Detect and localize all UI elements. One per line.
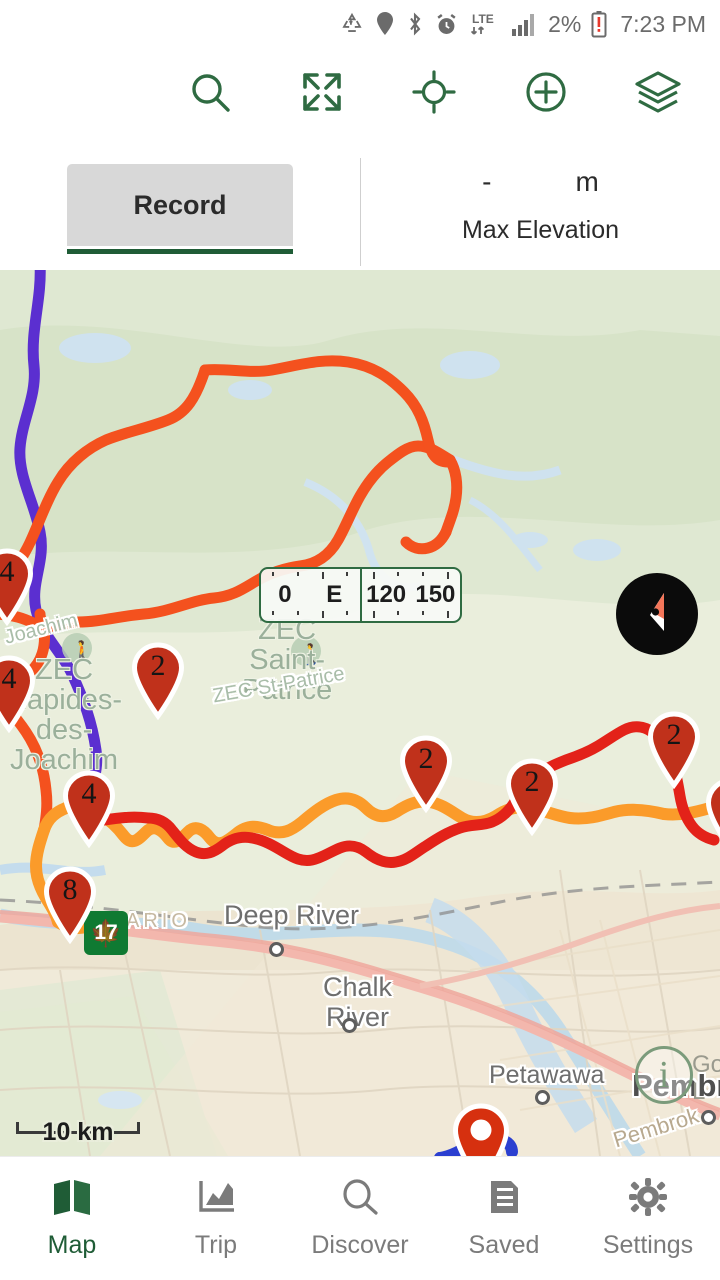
chart-icon xyxy=(195,1177,237,1222)
attribution-line-2: L xyxy=(691,1078,706,1106)
location-pin-icon xyxy=(374,11,396,37)
map-attribution[interactable]: Go L xyxy=(691,1051,720,1106)
map-pin-number: 2 xyxy=(418,742,434,775)
city-dot xyxy=(342,1018,357,1033)
bluetooth-icon xyxy=(405,11,425,37)
stat-unit: m xyxy=(575,165,599,197)
nav-label-map: Map xyxy=(47,1231,97,1259)
compass-ticks xyxy=(362,611,461,618)
city-dot xyxy=(269,942,284,957)
map-pin-number: 4 xyxy=(0,555,15,588)
map-pin[interactable]: 2 xyxy=(397,735,455,814)
compass-strip-left: 0 E xyxy=(261,569,360,621)
city-dot xyxy=(535,1090,550,1105)
map-toolbar xyxy=(0,48,720,140)
map-pin-number: 2 xyxy=(524,765,540,798)
nav-item-saved[interactable]: Saved xyxy=(432,1157,576,1280)
stat-value-row: - m xyxy=(482,166,599,198)
compass-ticks xyxy=(261,611,360,618)
battery-low-icon xyxy=(591,10,607,38)
stat-value: - xyxy=(482,165,492,197)
max-elevation-stat[interactable]: - m Max Elevation xyxy=(361,140,720,270)
map-pin[interactable]: 2 xyxy=(645,711,703,790)
compass-ticks xyxy=(362,572,461,579)
nav-label-trip: Trip xyxy=(194,1231,238,1259)
map-view[interactable]: 🚶 🚶 ZEC Saint- Patrice ZEC Rapides- des-… xyxy=(0,270,720,1156)
gear-icon xyxy=(627,1177,669,1222)
record-tab[interactable]: Record xyxy=(67,164,293,246)
map-pin[interactable]: 2 xyxy=(703,777,720,855)
bottom-navigation: Map Trip Discover Saved Settings xyxy=(0,1156,720,1280)
compass-value-start: 0 xyxy=(278,581,292,608)
map-pin[interactable]: 4 xyxy=(0,655,38,734)
compass-value-150: 150 xyxy=(415,581,456,608)
attribution-line-1: Go xyxy=(691,1051,720,1079)
record-tab-underline xyxy=(67,249,293,254)
route-marker-pin[interactable] xyxy=(449,1103,513,1156)
info-icon: i xyxy=(658,1054,670,1096)
compass-strip-right: 120 150 xyxy=(359,569,461,621)
search-icon xyxy=(339,1177,381,1222)
map-pin-number: 4 xyxy=(81,777,97,810)
map-pin-number: 2 xyxy=(666,718,682,751)
nav-label-discover: Discover xyxy=(311,1231,409,1259)
search-button[interactable] xyxy=(182,66,238,122)
map-scale-bar: 10 km xyxy=(16,1118,140,1146)
compass-ticks xyxy=(261,572,360,579)
hiker-icon: 🚶 xyxy=(70,641,95,663)
battery-percent-label: 2% xyxy=(548,10,582,37)
locate-button[interactable] xyxy=(406,66,462,122)
compass-value-mid: E xyxy=(326,581,343,608)
compass-value-120: 120 xyxy=(366,581,407,608)
map-pin[interactable]: 4 xyxy=(60,770,118,849)
record-tab-label: Record xyxy=(133,189,227,220)
map-pin-number: 4 xyxy=(1,662,17,695)
status-clock: 7:23 PM xyxy=(620,10,706,37)
compass-needle-icon xyxy=(630,585,684,644)
scale-bar-label: 10 km xyxy=(42,1118,114,1146)
nav-item-map[interactable]: Map xyxy=(0,1157,144,1280)
add-circle-icon xyxy=(522,68,570,121)
alarm-clock-icon xyxy=(434,12,459,37)
nav-item-discover[interactable]: Discover xyxy=(288,1157,432,1280)
signal-bars-icon xyxy=(511,11,539,37)
nav-label-saved: Saved xyxy=(468,1231,540,1259)
search-icon xyxy=(186,68,234,121)
fullscreen-icon xyxy=(299,69,345,120)
add-button[interactable] xyxy=(518,66,574,122)
layers-button[interactable] xyxy=(630,66,686,122)
map-pin-number: 8 xyxy=(62,873,78,906)
layers-icon xyxy=(633,69,683,120)
svg-text:LTE: LTE xyxy=(472,12,494,26)
map-pin[interactable]: 8 xyxy=(41,866,99,945)
map-canvas xyxy=(0,270,720,1156)
lte-data-icon: LTE xyxy=(468,10,502,38)
map-pin[interactable]: 2 xyxy=(503,758,561,837)
status-bar: LTE 2% 7:23 PM xyxy=(0,0,720,48)
locate-crosshair-icon xyxy=(410,68,458,121)
map-pin[interactable]: 4 xyxy=(0,548,36,627)
stat-label: Max Elevation xyxy=(461,215,620,244)
map-pin-number: 2 xyxy=(150,649,166,682)
nav-label-settings: Settings xyxy=(602,1231,694,1259)
compass-heading-strip: 0 E 120 150 xyxy=(259,567,462,623)
map-info-button[interactable]: i xyxy=(635,1046,693,1104)
record-tab-container: Record xyxy=(0,140,360,270)
map-icon xyxy=(51,1177,93,1222)
record-stats-row: Record - m Max Elevation xyxy=(0,140,720,270)
nav-item-trip[interactable]: Trip xyxy=(144,1157,288,1280)
recycle-icon xyxy=(339,11,365,37)
document-icon xyxy=(483,1177,525,1222)
nav-item-settings[interactable]: Settings xyxy=(576,1157,720,1280)
map-pin-number: 2 xyxy=(703,784,720,818)
fullscreen-button[interactable] xyxy=(294,66,350,122)
hiker-icon: 🚶 xyxy=(299,644,324,666)
city-dot xyxy=(701,1110,716,1125)
map-pin[interactable]: 2 xyxy=(129,642,187,721)
compass-rose-button[interactable] xyxy=(616,573,698,655)
